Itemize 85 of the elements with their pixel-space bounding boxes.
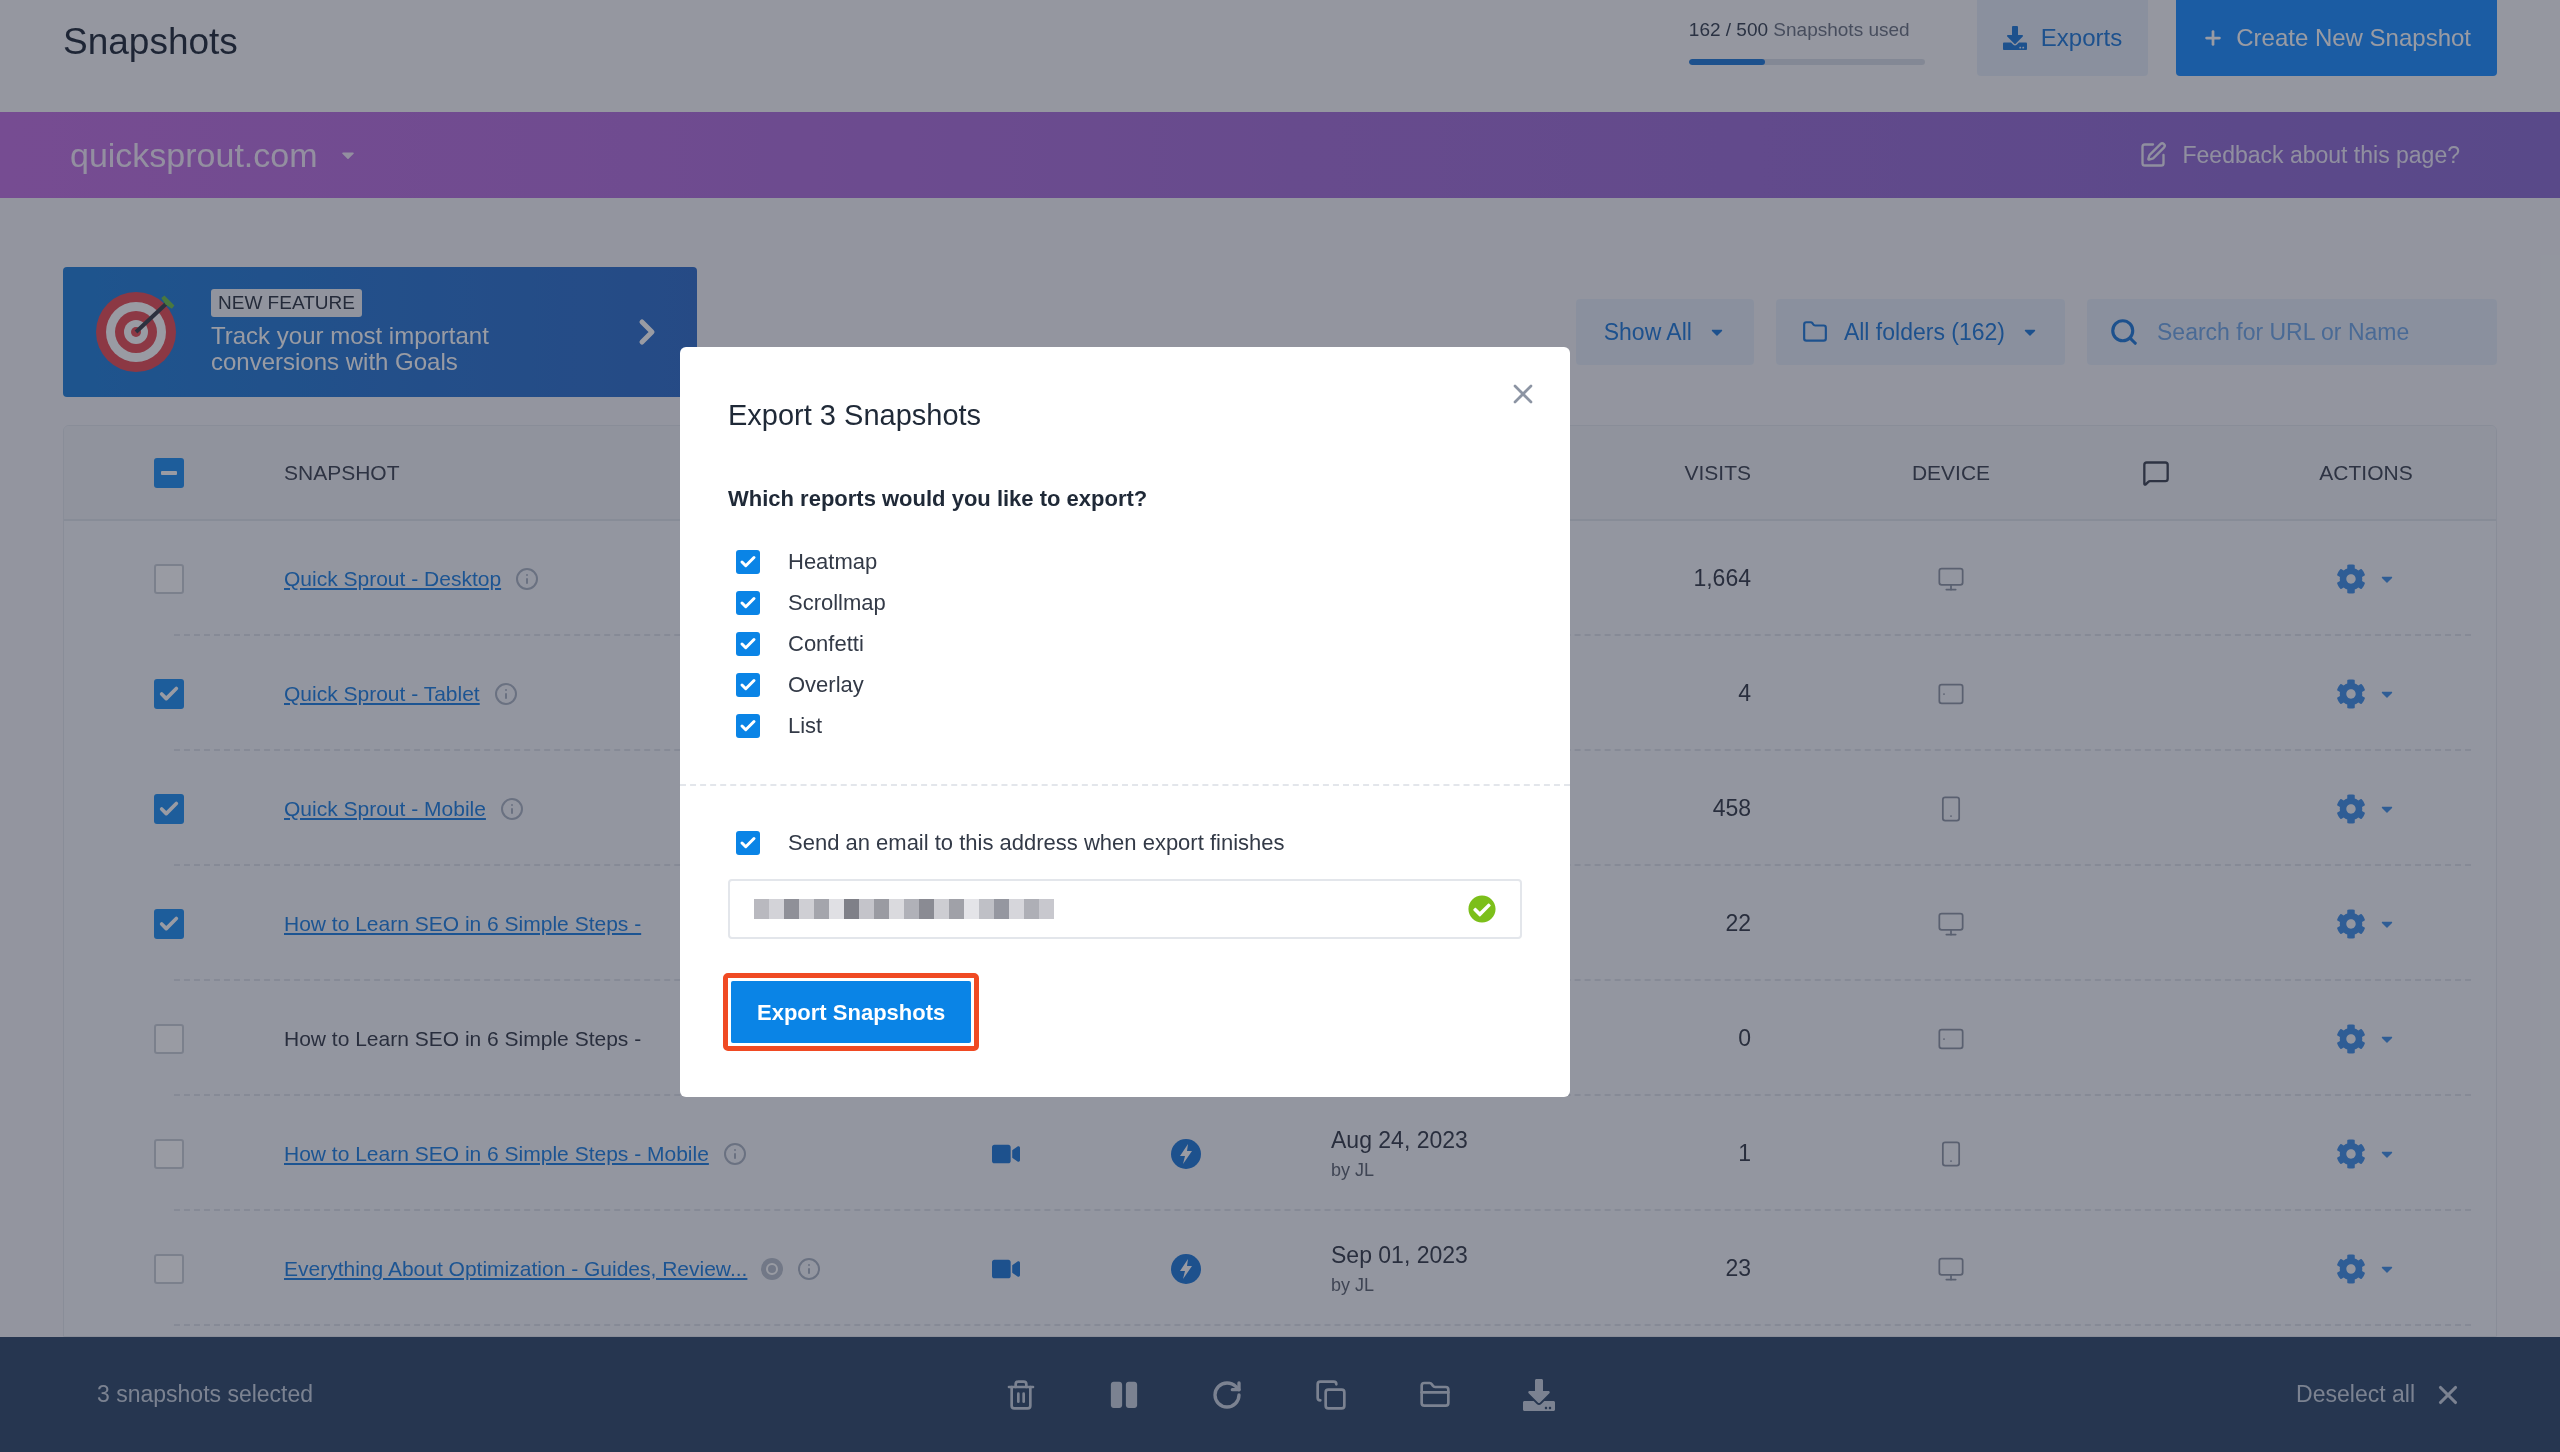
settings-icon[interactable]: [2336, 908, 2366, 939]
option-label[interactable]: Overlay: [788, 668, 864, 701]
bolt-icon[interactable]: [1171, 1138, 1201, 1169]
visits-count: 22: [1725, 910, 1751, 937]
checkbox[interactable]: [736, 713, 760, 738]
email-option-label[interactable]: Send an email to this address when export finishes: [788, 826, 1285, 859]
info-icon[interactable]: [499, 796, 524, 821]
visits-count: 1: [1738, 1140, 1751, 1167]
comment-icon: [2142, 458, 2170, 487]
minus-icon: [161, 470, 177, 475]
snapshot-link[interactable]: How to Learn SEO in 6 Simple Steps - Mobile: [284, 1137, 709, 1170]
snapshot-link[interactable]: Everything About Optimization - Guides, Review...: [284, 1252, 748, 1285]
site-selector[interactable]: quicksprout.com: [70, 129, 358, 181]
row-checkbox[interactable]: [154, 1138, 184, 1169]
visits-count: 23: [1725, 1255, 1751, 1282]
usage-text: 162 / 500 Snapshots used: [1688, 18, 1911, 42]
trash-icon[interactable]: [1005, 1378, 1037, 1411]
checkbox[interactable]: [736, 672, 760, 697]
visits-count: 1,664: [1693, 565, 1751, 592]
search-field[interactable]: Search for URL or Name: [2087, 299, 2497, 365]
date-text: Sep 01, 2023: [1331, 1240, 1469, 1270]
snapshot-link[interactable]: How to Learn SEO in 6 Simple Steps -: [284, 907, 642, 940]
search-icon: [2109, 317, 2139, 347]
dialog-title: Export 3 Snapshots: [728, 398, 983, 433]
settings-icon[interactable]: [2336, 678, 2366, 709]
page-title: Snapshots: [63, 20, 238, 64]
feature-banner[interactable]: NEW FEATURE Track your most important conversions with Goals: [63, 267, 697, 397]
dialog-question: Which reports would you like to export?: [728, 485, 1149, 513]
option-label[interactable]: Heatmap: [788, 545, 878, 578]
snapshot-link[interactable]: Quick Sprout - Mobile: [284, 792, 486, 825]
deselect-all-button[interactable]: Deselect all: [1903, 1377, 2463, 1412]
column-header[interactable]: DEVICE: [1911, 460, 1991, 484]
visits-count: 0: [1738, 1025, 1751, 1052]
snapshot-link[interactable]: Quick Sprout - Tablet: [284, 677, 480, 710]
settings-icon[interactable]: [2336, 793, 2366, 824]
info-icon[interactable]: [515, 566, 540, 591]
row-checkbox[interactable]: [154, 793, 184, 824]
info-icon[interactable]: [493, 681, 518, 706]
info-icon[interactable]: [722, 1141, 747, 1166]
create-snapshot-button[interactable]: Create New Snapshot: [2176, 0, 2497, 76]
row-checkbox[interactable]: [154, 908, 184, 939]
target-icon: [93, 289, 179, 375]
column-header[interactable]: VISITS: [1684, 460, 1751, 484]
checkbox[interactable]: [736, 830, 760, 855]
visits-count: 4: [1738, 680, 1751, 707]
select-all-checkbox[interactable]: [154, 457, 184, 488]
row-checkbox[interactable]: [154, 1023, 184, 1054]
author-text: by JL: [1331, 1159, 1376, 1183]
pause-icon[interactable]: [1109, 1379, 1139, 1410]
settings-icon[interactable]: [2336, 1023, 2366, 1054]
settings-icon[interactable]: [2336, 563, 2366, 594]
selection-count: 3 snapshots selected: [97, 1380, 315, 1410]
new-feature-tag: NEW FEATURE: [211, 288, 362, 318]
checkbox[interactable]: [736, 590, 760, 615]
row-checkbox[interactable]: [154, 563, 184, 594]
settings-icon[interactable]: [2336, 1138, 2366, 1169]
email-field[interactable]: [728, 879, 1522, 939]
refresh-icon[interactable]: [1211, 1378, 1243, 1411]
visits-count: 458: [1712, 795, 1751, 822]
folder-icon: [1801, 319, 1828, 345]
date-text: Aug 24, 2023: [1331, 1125, 1469, 1155]
checkbox[interactable]: [736, 549, 760, 574]
snapshot-link[interactable]: Quick Sprout - Desktop: [284, 562, 502, 595]
row-checkbox[interactable]: [154, 678, 184, 709]
edit-icon: [2138, 141, 2167, 169]
snapshot-name: How to Learn SEO in 6 Simple Steps -: [284, 1025, 642, 1052]
column-header[interactable]: ACTIONS: [2319, 460, 2413, 484]
folders-dropdown[interactable]: All folders (162): [1775, 299, 2065, 365]
exports-button[interactable]: Exports: [1976, 0, 2149, 76]
option-label[interactable]: List: [788, 709, 823, 742]
option-label[interactable]: Scrollmap: [788, 586, 886, 619]
export-snapshots-button[interactable]: Export Snapshots: [731, 981, 972, 1043]
download-icon[interactable]: [1523, 1378, 1555, 1411]
bolt-icon[interactable]: [1171, 1253, 1201, 1284]
checkbox[interactable]: [736, 631, 760, 656]
settings-icon[interactable]: [2336, 1253, 2366, 1284]
author-text: by JL: [1331, 1274, 1376, 1298]
option-label[interactable]: Confetti: [788, 627, 864, 660]
feedback-link[interactable]: Feedback about this page?: [2138, 137, 2460, 173]
show-all-dropdown[interactable]: Show All: [1575, 299, 1754, 365]
row-checkbox[interactable]: [154, 1253, 184, 1284]
info-icon[interactable]: [797, 1256, 822, 1281]
banner-text: Track your most important conversions with Goals: [211, 323, 490, 376]
download-icon: [2002, 26, 2027, 50]
windows-icon[interactable]: [1315, 1378, 1347, 1411]
